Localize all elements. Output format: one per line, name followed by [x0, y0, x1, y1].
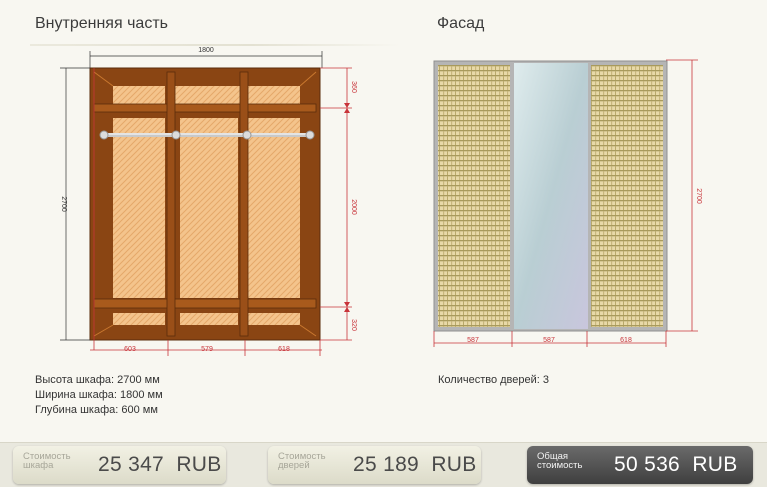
bottom-shelf [93, 298, 317, 309]
doors-cost-value: 25 189 RUB [353, 453, 477, 476]
total-cost-value: 50 536 RUB [614, 453, 738, 476]
info-height: Высота шкафа: 2700 мм [35, 374, 160, 386]
facade-dim-height: 2700 [695, 188, 702, 204]
door-left-rattan [438, 65, 510, 327]
door-middle-mirror [514, 63, 588, 329]
total-cost-card: Общая стоимость 50 536 RUB [527, 446, 753, 484]
dim-middle: 2000 [350, 199, 357, 215]
interior-title: Внутренняя часть [35, 15, 168, 32]
cabinet-cost-label: Стоимость шкафа [23, 451, 71, 471]
dim-col1: 603 [124, 346, 136, 353]
divider-left [166, 71, 176, 337]
cabinet-cost-value: 25 347 RUB [98, 453, 222, 476]
facade-dim-door1: 587 [467, 337, 479, 344]
facade-title: Фасад [437, 15, 485, 32]
cabinet-cost-card: Стоимость шкафа 25 347 RUB [13, 446, 226, 484]
divider-right [239, 71, 249, 337]
facade-dim-door3: 618 [620, 337, 632, 344]
top-shelf [93, 103, 317, 113]
dim-col3: 618 [278, 346, 290, 353]
doors-cost-card: Стоимость дверей 25 189 RUB [268, 446, 481, 484]
door-right-rattan [591, 65, 663, 327]
dim-col2: 579 [201, 346, 213, 353]
facade-drawing: 2700 587 587 618 [433, 59, 702, 347]
dim-width: 1800 [198, 47, 214, 54]
interior-drawing: 1800 2700 360 2000 320 603 579 618 [60, 47, 357, 356]
dim-top-shelf: 360 [350, 81, 357, 93]
total-cost-label: Общая стоимость [537, 451, 583, 471]
wardrobe-info: Высота шкафа: 2700 мм Ширина шкафа: 1800… [35, 373, 163, 418]
info-width: Ширина шкафа: 1800 мм [35, 389, 163, 401]
facade-dim-door2: 587 [543, 337, 555, 344]
door-count: Количество дверей: 3 [438, 374, 549, 386]
info-depth: Глубина шкафа: 600 мм [35, 404, 158, 416]
doors-cost-label: Стоимость дверей [278, 451, 326, 471]
interior-panels [113, 86, 300, 325]
dim-height: 2700 [60, 196, 67, 212]
dim-bottom-shelf: 320 [350, 319, 357, 331]
